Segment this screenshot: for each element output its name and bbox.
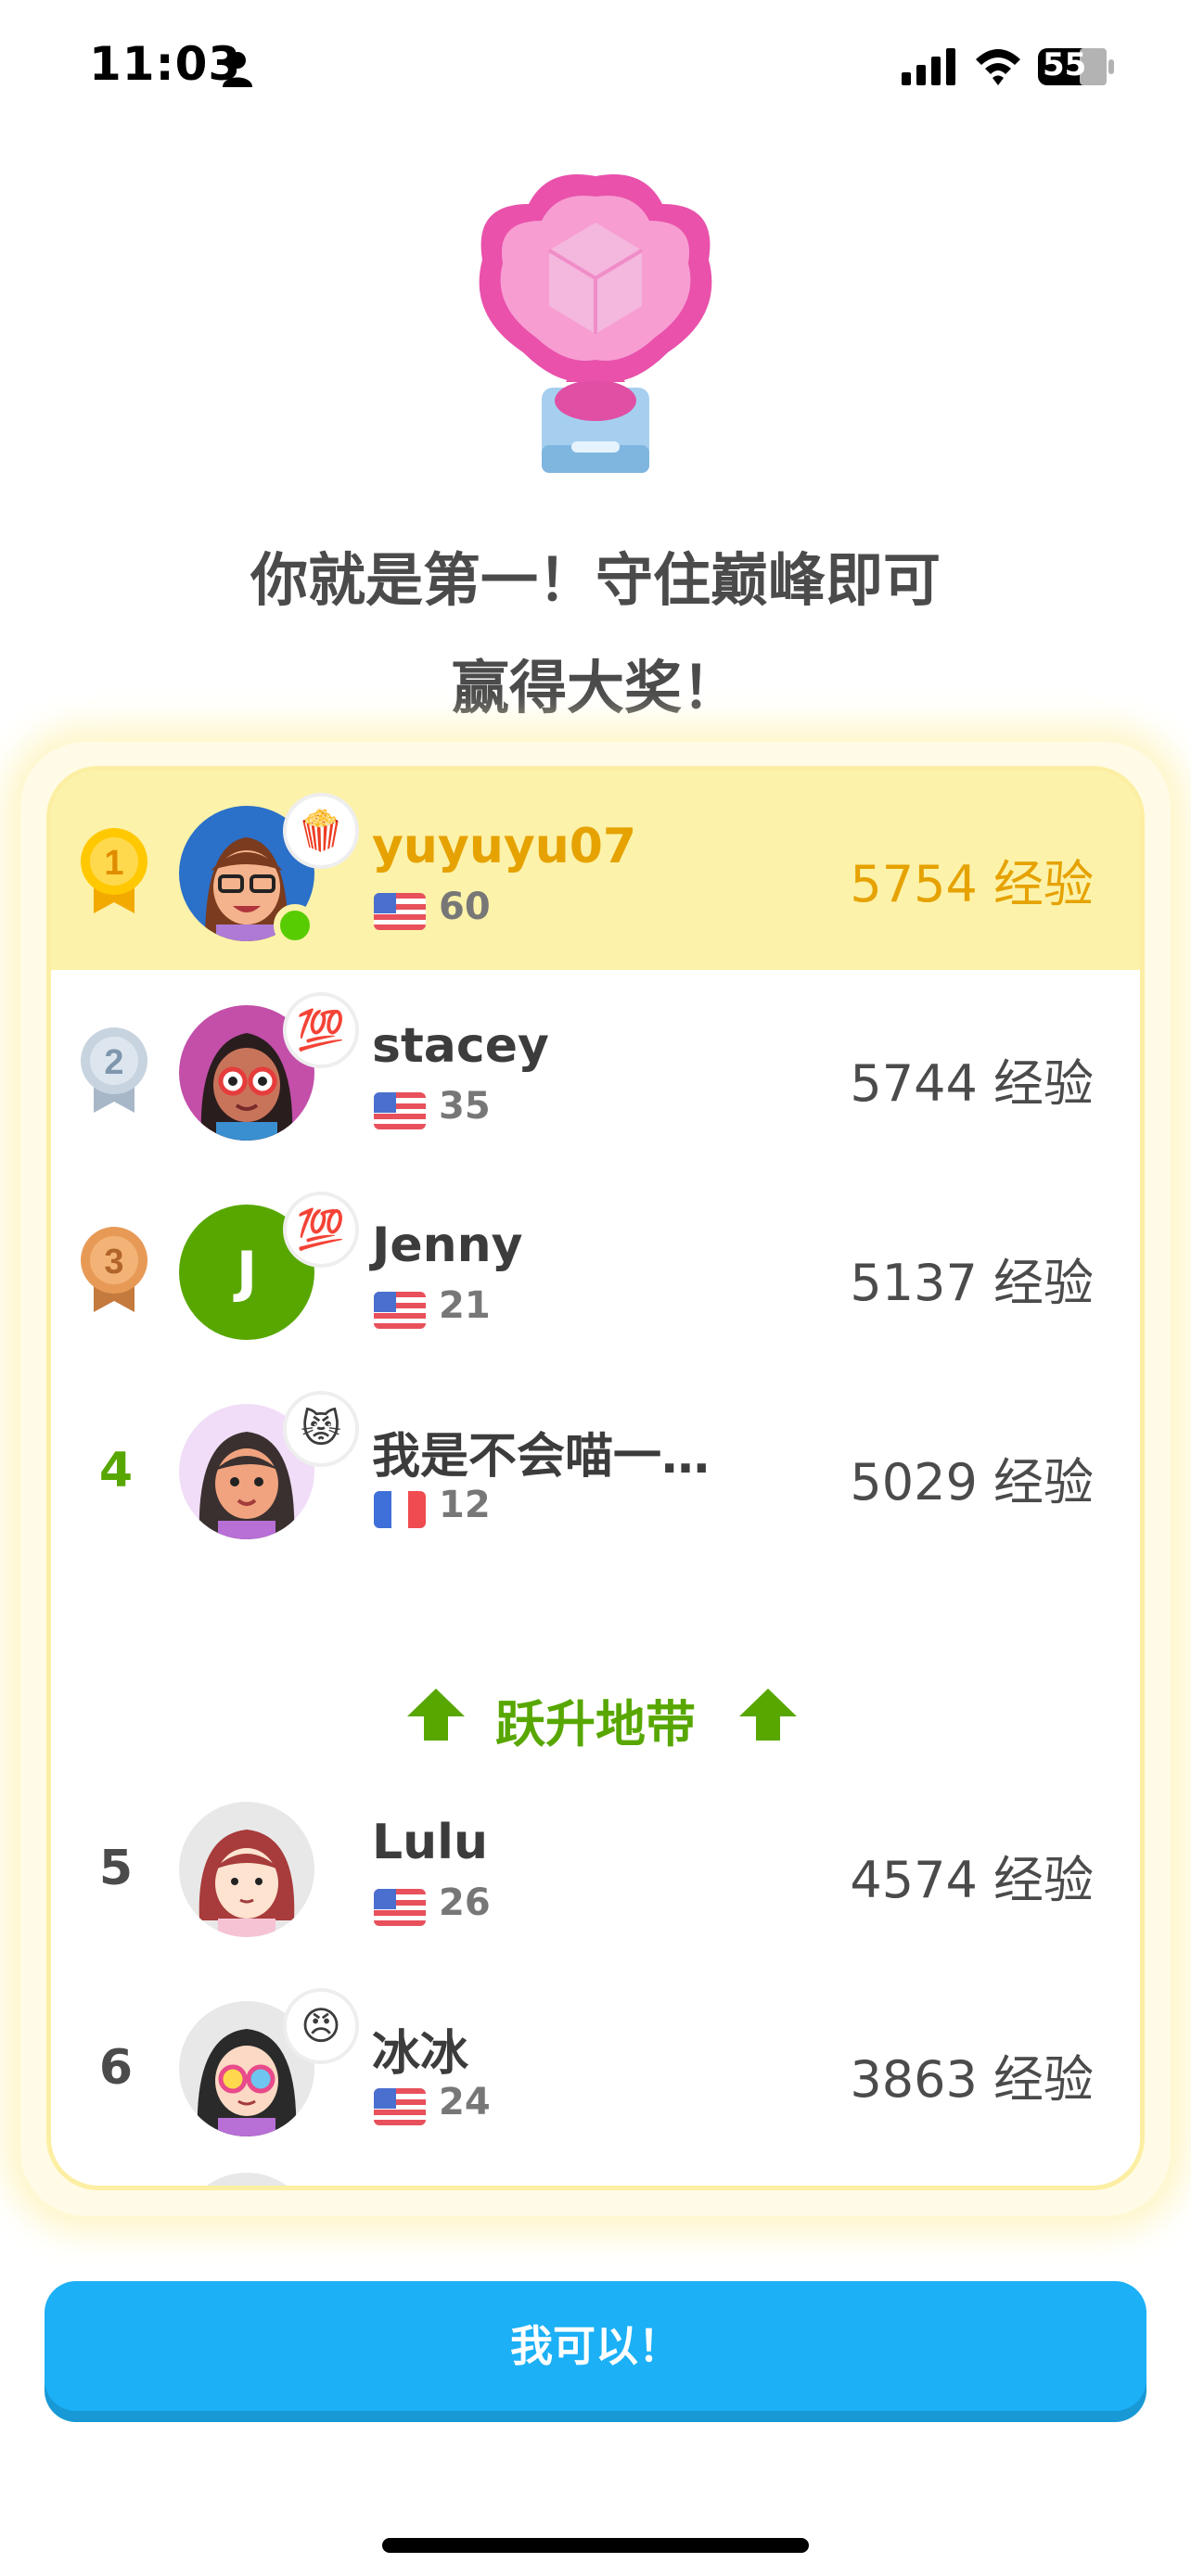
popcorn-badge: 🍿 <box>283 793 359 869</box>
user-name: 冰冰 <box>372 2026 469 2082</box>
us-flag-icon <box>374 2088 426 2125</box>
user-name: stacey <box>372 1018 549 1074</box>
leaderboard-row-2[interactable]: 2 💯 stacey 35 5744 经验 <box>51 970 1140 1169</box>
leaderboard-row-6[interactable]: 6 😠 冰冰 24 3863 经验 <box>51 1966 1140 2165</box>
streak-count: 12 <box>439 1484 491 1526</box>
rank-number: 5 <box>98 1841 134 1896</box>
rank-number: 4 <box>98 1443 134 1498</box>
avatar-partial <box>179 2173 314 2186</box>
france-flag-icon <box>374 1491 426 1528</box>
hundred-points-badge: 💯 <box>283 992 359 1068</box>
xp-value: 3863 经验 <box>850 2050 1094 2109</box>
headline: 你就是第一！守住巅峰即可 赢得大奖！ <box>111 527 1080 742</box>
streak-count: 35 <box>439 1085 491 1128</box>
online-status-dot <box>274 904 316 947</box>
person-icon <box>223 52 252 87</box>
medal-rank-label: 3 <box>104 1243 123 1282</box>
status-time: 11:03 <box>89 37 242 91</box>
angry-owl-badge: 😠 <box>283 1988 359 2064</box>
status-bar: 11:03 55 <box>0 0 1191 130</box>
xp-value: 4574 经验 <box>850 1851 1094 1909</box>
user-name: yuyuyu07 <box>372 819 637 874</box>
gold-medal-icon: 1 <box>81 828 147 913</box>
up-arrow-icon <box>739 1689 797 1741</box>
headline-line-2: 赢得大奖！ <box>451 654 739 721</box>
xp-value: 5137 经验 <box>850 1254 1094 1312</box>
diamond-league-trophy-icon <box>479 174 712 473</box>
silver-medal-icon: 2 <box>81 1027 147 1113</box>
leaderboard-row-4[interactable]: 4 😾 我是不会喵一… 12 5029 经验 <box>51 1369 1140 1568</box>
avatar[interactable] <box>179 1802 314 1937</box>
rank-number: 6 <box>98 2040 134 2096</box>
us-flag-icon <box>374 1889 426 1926</box>
headline-line-1: 你就是第一！守住巅峰即可 <box>250 546 941 614</box>
streak-count: 21 <box>439 1284 491 1327</box>
cellular-signal-icon <box>902 48 955 85</box>
medal-rank-label: 1 <box>104 844 123 883</box>
user-name: 我是不会喵一… <box>372 1429 711 1485</box>
leaderboard-row-3[interactable]: 3 J 💯 Jenny 21 5137 经验 <box>51 1169 1140 1369</box>
leaderboard-list[interactable]: 1 🍿 yuyuyu07 60 5754 经验 2 💯 stacey 35 57… <box>46 766 1145 2190</box>
user-name: Jenny <box>372 1218 523 1273</box>
streak-count: 26 <box>439 1881 491 1924</box>
promotion-zone-label: 跃升地带 <box>495 1695 696 1753</box>
bronze-medal-icon: 3 <box>81 1227 147 1312</box>
us-flag-icon <box>374 1292 426 1329</box>
xp-value: 5744 经验 <box>850 1054 1094 1113</box>
leaderboard-row-1[interactable]: 1 🍿 yuyuyu07 60 5754 经验 <box>51 771 1140 970</box>
home-indicator[interactable] <box>382 2538 809 2553</box>
xp-value: 5029 经验 <box>850 1453 1094 1511</box>
us-flag-icon <box>374 893 426 930</box>
battery-level: 55 <box>1043 46 1087 83</box>
avatar-girl-red-hair-icon <box>179 1802 314 1937</box>
us-flag-icon <box>374 1092 426 1129</box>
i-can-button[interactable]: 我可以！ <box>45 2281 1146 2411</box>
user-name: Lulu <box>372 1815 488 1870</box>
cat-badge: 😾 <box>283 1391 359 1467</box>
wifi-icon <box>976 49 1020 85</box>
medal-rank-label: 2 <box>104 1043 123 1082</box>
xp-value: 5754 经验 <box>850 855 1094 913</box>
streak-count: 24 <box>439 2081 491 2123</box>
streak-count: 60 <box>439 886 491 928</box>
leaderboard-row-5[interactable]: 5 Lulu 26 4574 经验 <box>51 1766 1140 1966</box>
hundred-points-badge: 💯 <box>283 1192 359 1268</box>
leaderboard-screen: 11:03 55 你就是第一！守住巅峰即可 赢得大奖！ 1 🍿 yuyuyu07… <box>0 0 1191 2576</box>
